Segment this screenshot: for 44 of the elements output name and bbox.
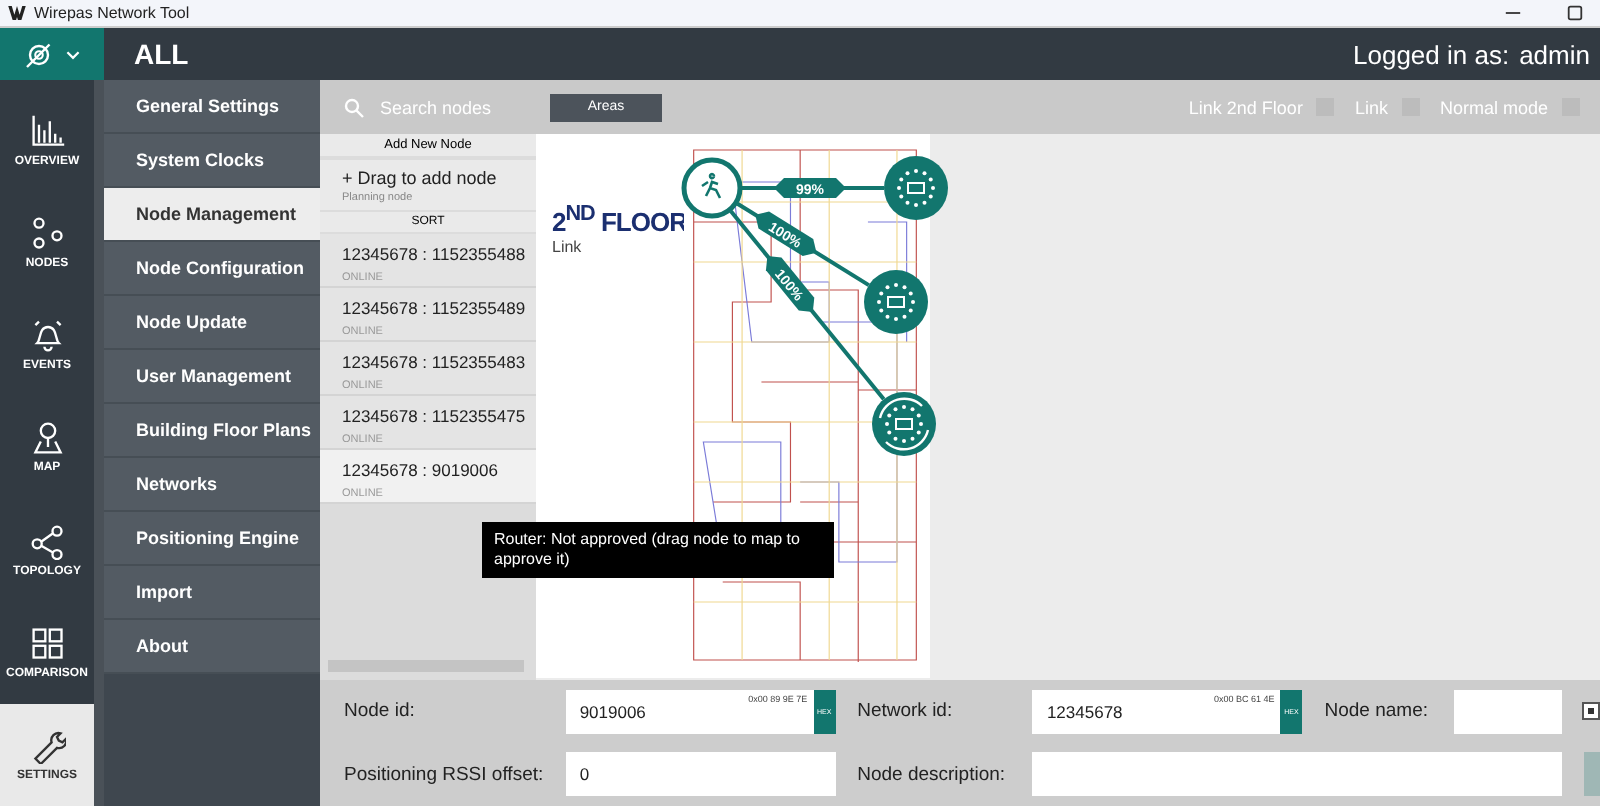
- window-title: Wirepas Network Tool: [34, 4, 190, 22]
- grid-icon: [29, 625, 65, 662]
- menu-item[interactable]: Node Management: [104, 188, 320, 242]
- menu-item[interactable]: Node Update: [104, 296, 320, 350]
- maximize-icon[interactable]: [1566, 4, 1584, 22]
- node-name-field[interactable]: [1454, 689, 1563, 734]
- menu-item[interactable]: System Clocks: [104, 134, 320, 188]
- sensor-node[interactable]: [864, 270, 928, 334]
- menu-item[interactable]: General Settings: [104, 80, 320, 134]
- login-label: Logged in as:: [1353, 39, 1510, 69]
- username: admin: [1519, 39, 1590, 69]
- scope-title: ALL: [134, 38, 189, 70]
- scrollbar[interactable]: [328, 660, 524, 672]
- logo-icon: [8, 6, 26, 20]
- field-label: Positioning RSSI offset:: [344, 763, 546, 786]
- node-description-field[interactable]: [1032, 752, 1563, 797]
- menu-item[interactable]: User Management: [104, 350, 320, 404]
- field-label: Node id:: [344, 700, 417, 723]
- nodes-icon: [29, 216, 65, 253]
- floor-title: 2$^{ND}$ FLOOR: [552, 202, 684, 237]
- map-pin-icon: [29, 420, 65, 457]
- share-icon: [29, 523, 65, 560]
- menu-item[interactable]: About: [104, 620, 320, 674]
- menu-item[interactable]: Node Configuration: [104, 242, 320, 296]
- menu-item[interactable]: Building Floor Plans: [104, 404, 320, 458]
- menu-item[interactable]: Import: [104, 566, 320, 620]
- network-selector-button[interactable]: [0, 28, 104, 80]
- network-icon: [24, 39, 54, 69]
- chevron-down-icon: [66, 49, 80, 59]
- sensor-node[interactable]: [884, 156, 948, 220]
- field-label: Node description:: [857, 763, 1008, 786]
- wrench-icon: [29, 727, 65, 764]
- bell-icon: [29, 318, 65, 355]
- checkbox[interactable]: [1582, 702, 1600, 721]
- tooltip: Router: Not approved (drag node to map to approve it): [482, 522, 834, 578]
- rssi-offset-field[interactable]: 0: [565, 752, 836, 797]
- field-label: Network id:: [857, 700, 955, 723]
- menu-item[interactable]: Positioning Engine: [104, 512, 320, 566]
- bar-chart-icon: [29, 114, 65, 151]
- floor-subtitle: Link: [552, 238, 584, 257]
- menu-item[interactable]: Networks: [104, 458, 320, 512]
- sensor-node[interactable]: [872, 392, 936, 456]
- search-icon: [344, 97, 364, 117]
- field-label: Node name:: [1324, 700, 1430, 723]
